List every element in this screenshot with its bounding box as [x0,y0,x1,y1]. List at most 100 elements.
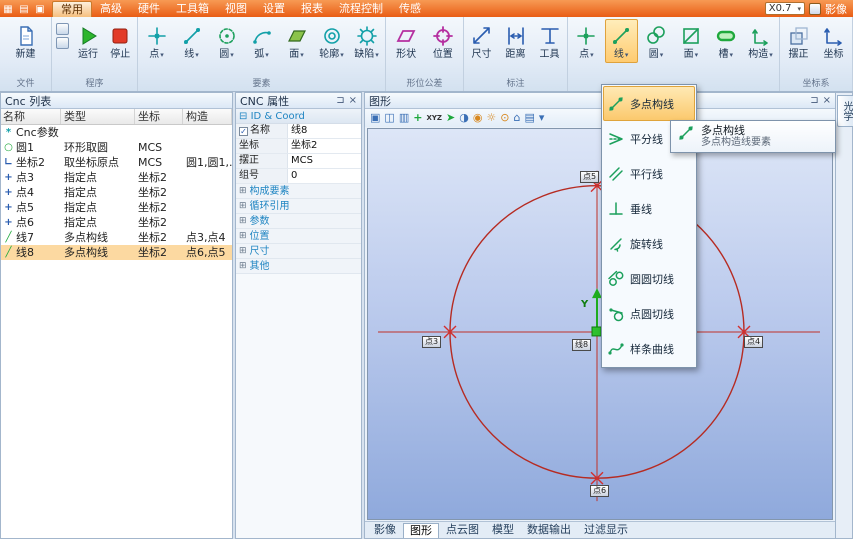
tab-common[interactable]: 常用 [52,1,92,17]
col-coord[interactable]: 坐标 [135,109,183,124]
name-checkbox[interactable]: ✓ [239,127,248,136]
menu-item-spline-curve[interactable]: 样条曲线 [603,331,695,366]
color-wheel-icon[interactable]: ◉ [473,110,483,126]
pin-icon[interactable]: ⊐ [336,95,344,106]
maximize-view-icon[interactable]: ▣ [370,110,380,126]
element-contour-button[interactable]: 轮廓 [315,19,348,63]
table-row-line8-selected[interactable]: ╱线8 多点构线 坐标2 点6,点5 [1,245,232,260]
tab-settings[interactable]: 设置 [255,1,293,17]
position-tolerance-button[interactable]: 位置 [426,19,459,63]
tab-view[interactable]: 视图 [217,1,255,17]
prop-value[interactable]: 坐标2 [288,139,361,153]
close-icon[interactable]: × [349,95,357,106]
lock-icon[interactable]: ⊙ [500,110,509,126]
more-options-icon[interactable]: ▾ [539,110,545,126]
run-button[interactable]: 运行 [73,19,104,63]
pointer-icon[interactable]: ➤ [446,110,455,126]
prop-row-name[interactable]: ✓名称 线8 [236,124,361,139]
grid-view-icon[interactable]: ▥ [399,110,409,126]
dimension-button[interactable]: 尺寸 [465,19,498,63]
home-view-icon[interactable]: ⌂ [514,110,521,126]
menu-item-parallel-line[interactable]: 平行线 [603,156,695,191]
tab-image-view[interactable]: 影像 [368,523,402,537]
measure-point-button[interactable]: 点 [570,19,603,63]
tab-hardware[interactable]: 硬件 [130,1,168,17]
tab-data-output[interactable]: 数据输出 [521,523,577,537]
add-icon[interactable]: + [413,110,422,126]
light-icon[interactable]: ☼ [486,110,496,126]
tools-button[interactable]: 工具 [533,19,566,63]
menu-item-rotated-line[interactable]: 旋转线 [603,226,695,261]
table-row-point6[interactable]: +点6 指定点 坐标2 [1,215,232,230]
menu-item-multipoint-line[interactable]: 多点构线 [603,86,695,121]
distance-button[interactable]: 距离 [499,19,532,63]
table-row-coord2[interactable]: ∟坐标2 取坐标原点 MCS 圆1,圆1,... [1,155,232,170]
table-row-point5[interactable]: +点5 指定点 坐标2 [1,200,232,215]
prop-section-params[interactable]: ⊞参数 [236,214,361,229]
measure-plane-button[interactable]: 面 [674,19,707,63]
element-arc-button[interactable]: 弧 [245,19,278,63]
save-program-icon[interactable] [56,23,69,35]
tab-toolbox[interactable]: 工具箱 [168,1,217,17]
measure-slot-button[interactable]: 槽 [709,19,742,63]
table-row-line7[interactable]: ╱线7 多点构线 坐标2 点3,点4 [1,230,232,245]
measure-circle-button[interactable]: 圆 [640,19,673,63]
prop-section-position[interactable]: ⊞位置 [236,229,361,244]
xyz-axes-icon[interactable]: XYZ [426,110,442,126]
prop-row-align[interactable]: 摆正 MCS [236,154,361,169]
quick-camera-icon[interactable]: ▣ [33,2,47,17]
align-button[interactable]: 摆正 [782,19,815,63]
menu-item-circle-circle-tangent[interactable]: 圆圆切线 [603,261,695,296]
prop-value[interactable]: 0 [288,169,361,183]
table-row-circle1[interactable]: ○圆1 环形取圆 MCS [1,140,232,155]
prop-row-coord[interactable]: 坐标 坐标2 [236,139,361,154]
optics-panel-tab[interactable]: 光学 [837,95,853,127]
save-view-icon[interactable]: ▤ [525,110,535,126]
element-plane-button[interactable]: 面 [280,19,313,63]
prop-value[interactable]: MCS [288,154,361,168]
stop-button[interactable]: 停止 [105,19,136,63]
prop-value[interactable]: 线8 [288,124,361,138]
split-view-icon[interactable]: ◫ [384,110,394,126]
prop-section-other[interactable]: ⊞其他 [236,259,361,274]
coordinate-button[interactable]: 坐标 [817,19,850,63]
tab-filter-display[interactable]: 过滤显示 [578,523,634,537]
prop-row-group-number[interactable]: 组号 0 [236,169,361,184]
graphics-canvas[interactable]: 点5 点3 点4 点6 线8 Y [367,128,833,520]
col-type[interactable]: 类型 [61,109,135,124]
col-construct[interactable]: 构造 [183,109,232,124]
section-id-coord[interactable]: ⊟ ID & Coord [236,109,361,124]
tab-advanced[interactable]: 高级 [92,1,130,17]
close-icon[interactable]: × [823,95,831,106]
tab-flow-control[interactable]: 流程控制 [331,1,391,17]
table-row-point4[interactable]: +点4 指定点 坐标2 [1,185,232,200]
measure-line-button[interactable]: 线 [605,19,638,63]
zoom-select[interactable]: X0.7 ▾ [765,2,805,15]
shade-mode-icon[interactable]: ◑ [459,110,469,126]
element-line-button[interactable]: 线 [175,19,208,63]
tab-sensor[interactable]: 传感 [391,1,429,17]
shape-tolerance-button[interactable]: 形状 [390,19,423,63]
element-circle-button[interactable]: 圆 [210,19,243,63]
prop-section-compose[interactable]: ⊞构成要素 [236,184,361,199]
cell-name: 点3 [16,170,34,185]
prop-section-loop-ref[interactable]: ⊞循环引用 [236,199,361,214]
open-program-icon[interactable] [56,37,69,49]
menu-item-point-circle-tangent[interactable]: 点圆切线 [603,296,695,331]
element-point-button[interactable]: 点 [140,19,173,63]
table-row-cnc-params[interactable]: *Cnc参数 [1,125,232,140]
tab-pointcloud-view[interactable]: 点云图 [440,523,485,537]
pin-icon[interactable]: ⊐ [810,95,818,106]
tab-model-view[interactable]: 模型 [486,523,520,537]
menu-item-perpendicular-line[interactable]: 垂线 [603,191,695,226]
table-row-point3[interactable]: +点3 指定点 坐标2 [1,170,232,185]
element-defect-button[interactable]: 缺陷 [350,19,383,63]
tab-report[interactable]: 报表 [293,1,331,17]
quick-save-icon[interactable]: ▤ [17,2,31,17]
group-label-annotation: 标注 [464,78,567,91]
tab-graphic-view[interactable]: 图形 [403,523,439,538]
new-button[interactable]: 新建 [10,19,41,63]
col-name[interactable]: 名称 [1,109,61,124]
prop-section-size[interactable]: ⊞尺寸 [236,244,361,259]
measure-construct-button[interactable]: 构造 [744,19,777,63]
